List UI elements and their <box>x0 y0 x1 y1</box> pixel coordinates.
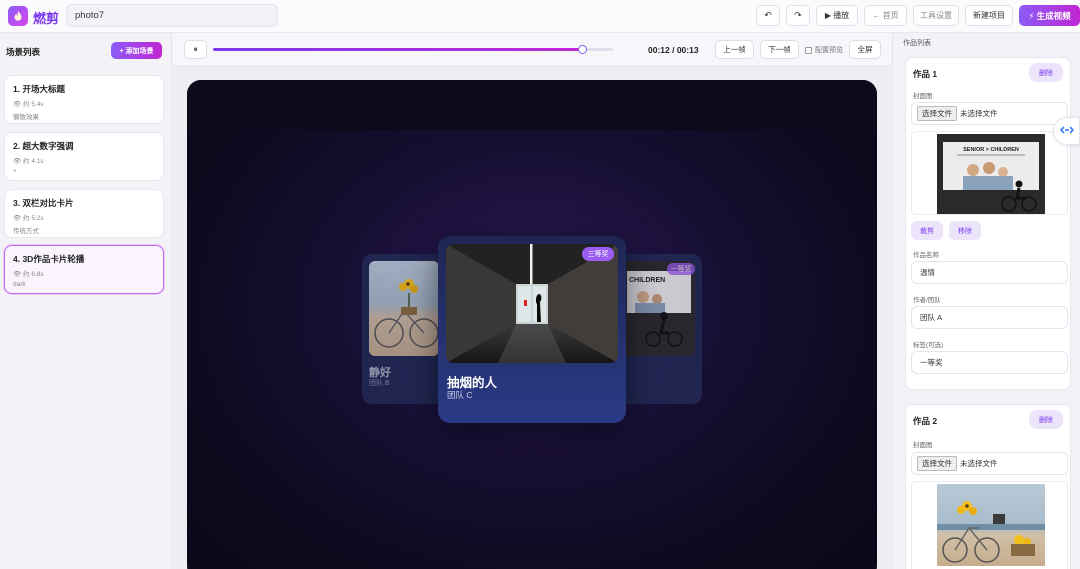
scene-duration: 👁 约 4.1s <box>13 158 44 165</box>
panel-toggle-tab[interactable] <box>1053 117 1080 145</box>
undo-button[interactable]: ↶ <box>756 5 780 26</box>
card-image-corridor <box>446 244 618 363</box>
choose-file-button[interactable]: 选择文件 <box>917 106 957 121</box>
remove-cover-button[interactable]: 移除 <box>949 221 981 240</box>
scene-duration: 👁 约 6.8s <box>13 271 44 278</box>
poster-text: CHILDREN <box>629 277 665 284</box>
scene-duration: 👁 约 5.2s <box>13 215 44 222</box>
cover-label: 封面图 <box>913 442 933 449</box>
timecode: 00:12 / 00:13 <box>648 45 699 55</box>
progress-slider[interactable] <box>213 45 613 54</box>
card-team: 团队 C <box>447 390 473 400</box>
file-status: 未选择文件 <box>960 459 998 468</box>
tool-settings-button[interactable]: 工具设置 <box>913 5 959 26</box>
scene-desc: dark <box>13 281 26 288</box>
award-badge: 三等奖 <box>582 247 614 261</box>
preview-stage: 静好 团队 B CHILDREN 一等奖 三等奖 抽烟的人 团队 C <box>187 80 877 569</box>
progress-handle[interactable] <box>577 45 587 54</box>
card-image-bike <box>369 261 439 356</box>
scene-title: 3. 双栏对比卡片 <box>13 198 74 208</box>
author-label: 作者/团队 <box>913 297 941 304</box>
scene-title: 2. 超大数字强调 <box>13 141 74 151</box>
preview-checkbox-label: 配置预览 <box>815 47 843 54</box>
stage-top-band <box>187 80 877 130</box>
player-controls: ⏸ 00:12 / 00:13 上一帧 下一帧 配置预览 全屏 <box>173 33 891 66</box>
scene-item[interactable]: 3. 双栏对比卡片 👁 约 5.2s 传统方式 <box>4 189 164 238</box>
cover-file-input[interactable]: 选择文件 未选择文件 <box>911 102 1068 125</box>
new-project-button[interactable]: 新建项目 <box>965 5 1013 26</box>
cover-label: 封面图 <box>913 93 933 100</box>
cover-file-input[interactable]: 选择文件 未选择文件 <box>911 452 1068 475</box>
fullscreen-button[interactable]: 全屏 <box>849 40 881 59</box>
scene-item[interactable]: 1. 开场大标题 👁 约 5.4s 懒散效果 <box>4 75 164 124</box>
carousel-card-main: 三等奖 抽烟的人 团队 C <box>438 236 626 423</box>
work-item: 作品 2 删除 封面图 选择文件 未选择文件 <box>905 404 1071 569</box>
poster-title: SENIOR > CHILDREN <box>963 147 1019 153</box>
checkbox-box[interactable] <box>805 46 812 54</box>
crop-button[interactable]: 裁剪 <box>911 221 943 240</box>
scene-desc: 懒散效果 <box>13 114 39 121</box>
redo-button[interactable]: ↷ <box>786 5 810 26</box>
play-button[interactable]: ▶ 播放 <box>816 5 858 26</box>
scene-list-title: 场景列表 <box>6 47 41 57</box>
work-title: 作品 1 <box>913 69 938 79</box>
stage-area: 静好 团队 B CHILDREN 一等奖 三等奖 抽烟的人 团队 C <box>173 66 891 569</box>
scene-duration: 👁 约 5.4s <box>13 101 44 108</box>
cover-preview <box>911 481 1068 569</box>
preview-checkbox[interactable]: 配置预览 <box>805 45 843 55</box>
generate-video-button[interactable]: ⚡ 生成视频 <box>1019 5 1080 26</box>
card-image-children: CHILDREN <box>623 261 695 356</box>
works-list-title: 作品列表 <box>903 40 931 47</box>
redo-icon: ↷ <box>794 10 802 20</box>
work-name-label: 作品名称 <box>913 252 939 259</box>
home-button[interactable]: ← 首页 <box>864 5 907 26</box>
cover-image-bike <box>937 484 1045 566</box>
link-icon <box>1059 125 1075 137</box>
scene-item-active[interactable]: 4. 3D作品卡片轮播 👁 约 6.8s dark <box>4 245 164 294</box>
cover-preview: SENIOR > CHILDREN <box>911 131 1068 215</box>
work-title: 作品 2 <box>913 416 938 426</box>
scene-desc: 传统方式 <box>13 228 39 235</box>
work-name-input[interactable]: 温情 <box>911 261 1068 284</box>
choose-file-button[interactable]: 选择文件 <box>917 456 957 471</box>
flame-icon <box>8 6 28 26</box>
top-bar: 燃剪 ↶ ↷ ▶ 播放 ← 首页 工具设置 新建项目 ⚡ 生成视频 <box>0 0 1080 33</box>
award-badge: 一等奖 <box>667 263 695 275</box>
delete-button[interactable]: 删除 <box>1029 410 1063 429</box>
card-team: 团队 B <box>369 380 390 387</box>
next-frame-button[interactable]: 下一帧 <box>760 40 799 59</box>
prev-frame-button[interactable]: 上一帧 <box>715 40 754 59</box>
scene-panel: 场景列表 + 添加场景 1. 开场大标题 👁 约 5.4s 懒散效果 2. 超大… <box>0 33 172 569</box>
undo-icon: ↶ <box>764 10 772 20</box>
file-status: 未选择文件 <box>960 109 998 118</box>
author-input[interactable]: 团队 A <box>911 306 1068 329</box>
tag-label: 标签(可选) <box>913 342 944 349</box>
progress-fill <box>213 48 583 51</box>
cover-image-children: SENIOR > CHILDREN <box>937 134 1045 214</box>
project-name-input[interactable] <box>66 4 278 27</box>
delete-button[interactable]: 删除 <box>1029 63 1063 82</box>
tag-input[interactable]: 一等奖 <box>911 351 1068 374</box>
scene-item[interactable]: 2. 超大数字强调 👁 约 4.1s + <box>4 132 164 181</box>
pause-button[interactable]: ⏸ <box>184 40 207 59</box>
scene-title: 1. 开场大标题 <box>13 84 65 94</box>
add-scene-button[interactable]: + 添加场景 <box>111 42 162 59</box>
work-item: 作品 1 删除 封面图 选择文件 未选择文件 SENIOR > CHILDREN <box>905 57 1071 390</box>
works-panel: 作品列表 作品 1 删除 封面图 选择文件 未选择文件 SENIOR > CHI… <box>892 33 1080 569</box>
scene-desc: + <box>13 168 17 175</box>
app-brand: 燃剪 <box>33 11 60 26</box>
scene-title: 4. 3D作品卡片轮播 <box>13 254 85 264</box>
